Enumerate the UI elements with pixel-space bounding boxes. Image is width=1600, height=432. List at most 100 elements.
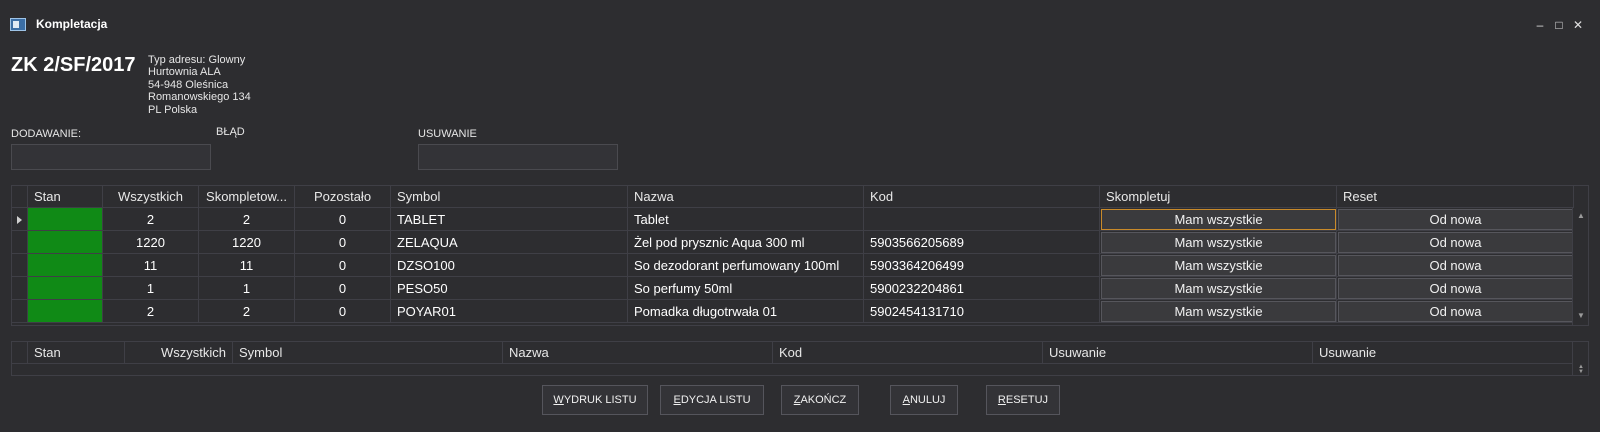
removing-label: USUWANIE — [418, 128, 477, 140]
column-header-usuwanie[interactable]: Usuwanie — [1313, 342, 1573, 364]
minimize-icon[interactable]: – — [1532, 17, 1548, 33]
have-all-button[interactable]: Mam wszystkie — [1101, 255, 1336, 276]
cell-symbol[interactable]: DZSO100 — [391, 254, 628, 277]
cell-remaining[interactable]: 0 — [295, 300, 391, 323]
cell-symbol[interactable]: TABLET — [391, 208, 628, 231]
cell-code[interactable]: 5902454131710 — [864, 300, 1100, 323]
status-cell — [28, 277, 103, 300]
column-header-pozostalo[interactable]: Pozostało — [295, 186, 391, 208]
column-header-stan[interactable]: Stan — [28, 186, 103, 208]
address-line: PL Polska — [148, 103, 198, 116]
have-all-button[interactable]: Mam wszystkie — [1101, 209, 1336, 230]
cell-all[interactable]: 11 — [103, 254, 199, 277]
start-over-button[interactable]: Od nowa — [1338, 255, 1573, 276]
scroll-down-icon[interactable]: ▼ — [1577, 312, 1585, 320]
column-header-symbol[interactable]: Symbol — [391, 186, 628, 208]
removal-grid-scrollbar[interactable]: ▲ ▼ — [1572, 364, 1588, 375]
row-header[interactable] — [12, 254, 28, 277]
row-header[interactable] — [12, 231, 28, 254]
cell-all[interactable]: 2 — [103, 208, 199, 231]
maximize-icon[interactable]: □ — [1551, 17, 1567, 33]
row-header[interactable] — [12, 277, 28, 300]
cell-code[interactable] — [864, 208, 1100, 231]
cell-remaining[interactable]: 0 — [295, 254, 391, 277]
row-header-corner — [12, 342, 28, 364]
reset-button[interactable]: RESETUJ — [986, 385, 1060, 415]
table-row[interactable]: 2 2 0 POYAR01 Pomadka długotrwała 01 590… — [12, 300, 1574, 323]
start-over-button[interactable]: Od nowa — [1338, 232, 1573, 253]
status-cell — [28, 208, 103, 231]
table-row[interactable]: 1220 1220 0 ZELAQUA Żel pod prysznic Aqu… — [12, 231, 1574, 254]
adding-label: DODAWANIE: — [11, 128, 82, 140]
print-list-button[interactable]: WYDRUK LISTU — [542, 385, 648, 415]
cell-completed[interactable]: 2 — [199, 208, 295, 231]
items-grid-scrollbar[interactable]: ▲ ▼ — [1572, 208, 1588, 325]
finish-button[interactable]: ZAKOŃCZ — [781, 385, 859, 415]
have-all-button[interactable]: Mam wszystkie — [1101, 278, 1336, 299]
cell-name[interactable]: Tablet — [628, 208, 864, 231]
app-window-icon — [10, 18, 26, 31]
row-header[interactable] — [12, 300, 28, 323]
cell-remaining[interactable]: 0 — [295, 208, 391, 231]
cell-name[interactable]: Żel pod prysznic Aqua 300 ml — [628, 231, 864, 254]
current-row-arrow-icon — [17, 216, 22, 224]
cell-code[interactable]: 5903566205689 — [864, 231, 1100, 254]
column-header-nazwa[interactable]: Nazwa — [503, 342, 773, 364]
button-label: ESETUJ — [1005, 394, 1049, 406]
cell-symbol[interactable]: PESO50 — [391, 277, 628, 300]
cancel-button[interactable]: ANULUJ — [890, 385, 958, 415]
row-header-corner — [12, 186, 28, 208]
row-header[interactable] — [12, 208, 28, 231]
cell-code[interactable]: 5900232204861 — [864, 277, 1100, 300]
column-header-wszystkich[interactable]: Wszystkich — [103, 186, 199, 208]
column-header-skompletowane[interactable]: Skompletow... — [199, 186, 295, 208]
table-row[interactable]: 2 2 0 TABLET Tablet Mam wszystkie Od now… — [12, 208, 1574, 231]
start-over-button[interactable]: Od nowa — [1338, 278, 1573, 299]
column-header-symbol[interactable]: Symbol — [233, 342, 503, 364]
cell-remaining[interactable]: 0 — [295, 231, 391, 254]
cell-all[interactable]: 2 — [103, 300, 199, 323]
adding-input[interactable] — [11, 144, 211, 170]
cell-all[interactable]: 1 — [103, 277, 199, 300]
column-header-wszystkich[interactable]: Wszystkich — [125, 342, 233, 364]
scroll-up-icon[interactable]: ▲ — [1577, 212, 1585, 220]
column-header-kod[interactable]: Kod — [864, 186, 1100, 208]
edit-list-button[interactable]: EDYCJA LISTU — [660, 385, 764, 415]
column-header-kod[interactable]: Kod — [773, 342, 1043, 364]
cell-symbol[interactable]: POYAR01 — [391, 300, 628, 323]
cell-name[interactable]: Pomadka długotrwała 01 — [628, 300, 864, 323]
document-number: ZK 2/SF/2017 — [11, 54, 136, 76]
cell-remaining[interactable]: 0 — [295, 277, 391, 300]
table-row[interactable]: 11 11 0 DZSO100 So dezodorant perfumowan… — [12, 254, 1574, 277]
column-header-nazwa[interactable]: Nazwa — [628, 186, 864, 208]
cell-all[interactable]: 1220 — [103, 231, 199, 254]
error-label: BŁĄD — [216, 126, 245, 138]
cell-name[interactable]: So dezodorant perfumowany 100ml — [628, 254, 864, 277]
cell-code[interactable]: 5903364206499 — [864, 254, 1100, 277]
cell-completed[interactable]: 1220 — [199, 231, 295, 254]
cell-completed[interactable]: 11 — [199, 254, 295, 277]
column-header-skompletuj[interactable]: Skompletuj — [1100, 186, 1337, 208]
button-label: NULUJ — [909, 394, 946, 406]
address-line: Hurtownia ALA — [148, 66, 221, 79]
table-row[interactable]: 1 1 0 PESO50 So perfumy 50ml 59002322048… — [12, 277, 1574, 300]
start-over-button[interactable]: Od nowa — [1338, 301, 1573, 322]
button-label-accesskey: R — [997, 394, 1006, 406]
column-header-usuwanie[interactable]: Usuwanie — [1043, 342, 1313, 364]
button-label: AKOŃCZ — [800, 394, 847, 406]
cell-completed[interactable]: 2 — [199, 300, 295, 323]
cell-completed[interactable]: 1 — [199, 277, 295, 300]
removal-grid-header: Stan Wszystkich Symbol Nazwa Kod Usuwani… — [12, 342, 1573, 364]
close-icon[interactable]: ✕ — [1570, 17, 1586, 33]
column-header-stan[interactable]: Stan — [28, 342, 125, 364]
start-over-button[interactable]: Od nowa — [1338, 209, 1573, 230]
have-all-button[interactable]: Mam wszystkie — [1101, 301, 1336, 322]
scroll-up-down-icon[interactable]: ▲ ▼ — [1577, 364, 1585, 375]
window-title: Kompletacja — [36, 17, 108, 31]
cell-name[interactable]: So perfumy 50ml — [628, 277, 864, 300]
status-cell — [28, 300, 103, 323]
cell-symbol[interactable]: ZELAQUA — [391, 231, 628, 254]
column-header-reset[interactable]: Reset — [1337, 186, 1574, 208]
removing-input[interactable] — [418, 144, 618, 170]
have-all-button[interactable]: Mam wszystkie — [1101, 232, 1336, 253]
